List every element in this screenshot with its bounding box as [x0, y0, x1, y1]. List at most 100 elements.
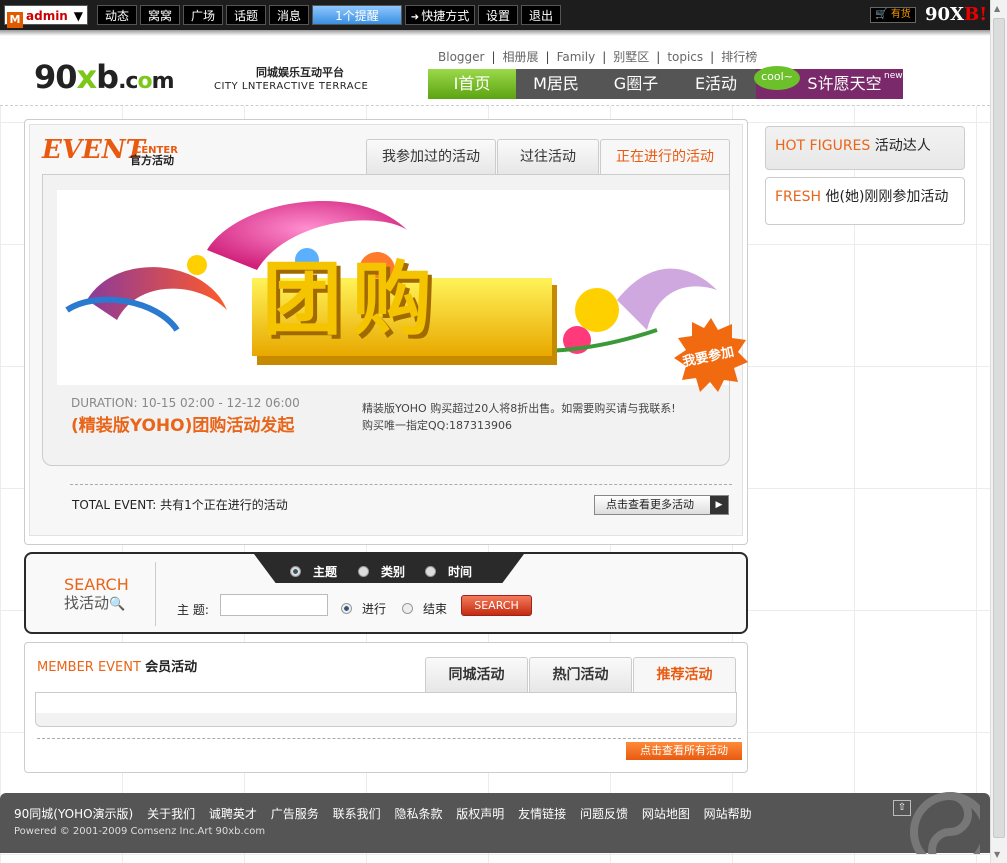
- footer-link-ads[interactable]: 广告服务: [271, 807, 319, 821]
- nav-home[interactable]: I首页: [428, 69, 516, 99]
- brand-tail: !: [979, 4, 988, 25]
- footer-link-help[interactable]: 网站帮助: [704, 807, 752, 821]
- radio-icon: [358, 566, 369, 577]
- site-logo[interactable]: 90xb.com: [34, 58, 175, 99]
- logo-part: m: [151, 69, 175, 94]
- link-family[interactable]: Family: [557, 50, 596, 64]
- footer-link-sitemap[interactable]: 网站地图: [642, 807, 690, 821]
- user-menu[interactable]: Madmin ▼: [4, 5, 88, 28]
- hot-figures-cn: 活动达人: [874, 138, 931, 154]
- radio-icon: [425, 566, 436, 577]
- more-events-button[interactable]: 点击查看更多活动 ▶: [594, 495, 729, 515]
- total-text: 共有1个正在进行的活动: [160, 498, 288, 512]
- hot-figures-box[interactable]: HOT FIGURES 活动达人: [765, 126, 965, 170]
- link-album[interactable]: 相册展: [503, 50, 539, 64]
- fresh-box[interactable]: FRESH 他(她)刚刚参加活动: [765, 177, 965, 225]
- event-center-title: EVENT CENTER 官方活动: [42, 136, 178, 167]
- join-event-button[interactable]: 我要参加: [672, 316, 750, 394]
- search-option-subject[interactable]: 主题: [290, 563, 337, 580]
- topbar-item-guangchang[interactable]: 广场: [183, 5, 223, 25]
- brand-mark: 90XB!: [925, 4, 987, 25]
- magnifier-icon: 🔍: [109, 597, 126, 612]
- search-button[interactable]: SEARCH: [461, 595, 532, 616]
- slogan-cn: 同城娱乐互动平台: [256, 66, 344, 79]
- event-desc-line: 购买唯一指定QQ:187313906: [362, 419, 513, 432]
- link-villa[interactable]: 别墅区: [613, 50, 649, 64]
- shortcut-button[interactable]: ➜ 快捷方式: [405, 5, 475, 25]
- tab-recommended-events[interactable]: 推荐活动: [633, 657, 736, 693]
- reminder-button[interactable]: 1个提醒: [312, 5, 402, 25]
- divider: [155, 562, 156, 626]
- event-name[interactable]: (精装版YOHO)团购活动发起: [71, 411, 294, 436]
- footer-link-home[interactable]: 90同城(YOHO演示版): [14, 807, 133, 821]
- new-badge: new: [884, 71, 903, 81]
- search-label-cn: 找活动🔍: [64, 594, 129, 614]
- scroll-down-icon[interactable]: ▼: [994, 850, 1000, 859]
- footer-link-privacy[interactable]: 隐私条款: [394, 807, 442, 821]
- subject-input[interactable]: [220, 594, 328, 616]
- tab-local-events[interactable]: 同城活动: [425, 657, 528, 693]
- tab-current-events[interactable]: 正在进行的活动: [600, 139, 730, 176]
- divider: [70, 484, 732, 485]
- vertical-scrollbar[interactable]: ▲ ▼: [990, 0, 1007, 863]
- nav-events[interactable]: E活动: [676, 69, 756, 99]
- separator: |: [710, 50, 715, 64]
- tab-joined-events[interactable]: 我参加过的活动: [366, 139, 496, 175]
- shortcut-label: 快捷方式: [421, 9, 470, 23]
- footer-link-contact[interactable]: 联系我们: [333, 807, 381, 821]
- footer-link-jobs[interactable]: 诚聘英才: [209, 807, 257, 821]
- footer-link-feedback[interactable]: 问题反馈: [580, 807, 628, 821]
- slogan-en: CITY LNTERACTIVE TERRACE: [214, 81, 369, 92]
- total-event: TOTAL EVENT: 共有1个正在进行的活动: [72, 496, 288, 513]
- fresh-en: FRESH: [775, 189, 822, 205]
- footer-link-about[interactable]: 关于我们: [147, 807, 195, 821]
- shop-badge-label: 有货: [890, 9, 911, 20]
- option-label: 主题: [313, 565, 338, 579]
- tab-hot-events[interactable]: 热门活动: [529, 657, 632, 693]
- brand-accent: B: [964, 4, 980, 25]
- link-blogger[interactable]: Blogger: [438, 50, 484, 64]
- powered-by: Powered © 2001-2009 Comsenz Inc.Art 90xb…: [14, 826, 266, 837]
- topbar-item-huati[interactable]: 话题: [226, 5, 266, 25]
- search-label-en: SEARCH: [64, 575, 129, 594]
- link-ranking[interactable]: 排行榜: [721, 50, 757, 64]
- cool-badge: cool~: [754, 66, 800, 90]
- search-option-time[interactable]: 时间: [425, 563, 472, 580]
- search-option-category[interactable]: 类别: [358, 563, 405, 580]
- banner-title: 团购: [262, 253, 442, 346]
- radio-icon: [341, 603, 352, 614]
- radio-icon: [290, 566, 301, 577]
- settings-button[interactable]: 设置: [478, 5, 518, 25]
- status-ongoing-radio[interactable]: 进行: [341, 600, 386, 617]
- radio-icon: [402, 603, 413, 614]
- scrollbar-thumb[interactable]: [993, 18, 1005, 838]
- scroll-up-icon[interactable]: ▲: [994, 4, 1000, 13]
- topbar-item-wowo[interactable]: 窝窝: [140, 5, 180, 25]
- link-topics[interactable]: topics: [667, 50, 703, 64]
- logo-o: o: [137, 69, 152, 94]
- arrow-up-icon: ⇧: [897, 802, 907, 813]
- member-title-cn: 会员活动: [145, 660, 198, 675]
- separator: |: [545, 50, 550, 64]
- username: admin: [26, 9, 68, 23]
- member-title-en: MEMBER EVENT: [37, 660, 141, 675]
- topbar-item-xiaoxi[interactable]: 消息: [269, 5, 309, 25]
- shop-badge[interactable]: 🛒 有货: [870, 7, 916, 23]
- m-logo-icon: M: [7, 12, 23, 28]
- topbar-item-dongtai[interactable]: 动态: [97, 5, 137, 25]
- nav-circles[interactable]: G圈子: [596, 69, 676, 99]
- footer-link-copyright[interactable]: 版权声明: [456, 807, 504, 821]
- tab-past-events[interactable]: 过往活动: [497, 139, 599, 175]
- radio-label: 结束: [423, 602, 448, 616]
- all-events-button[interactable]: 点击查看所有活动: [626, 742, 742, 760]
- nav-residents[interactable]: M居民: [516, 69, 596, 99]
- radio-label: 进行: [362, 602, 387, 616]
- search-label: SEARCH 找活动🔍: [64, 576, 129, 614]
- footer-link-friends[interactable]: 友情链接: [518, 807, 566, 821]
- status-ended-radio[interactable]: 结束: [402, 600, 447, 617]
- back-to-top-button[interactable]: ⇧: [893, 800, 911, 816]
- logout-button[interactable]: 退出: [521, 5, 561, 25]
- play-icon: ▶: [710, 496, 728, 514]
- event-desc-line: 精装版YOHO 购买超过20人将8折出售。如需要购买请与我联系!: [362, 402, 676, 415]
- logo-x: x: [76, 58, 98, 96]
